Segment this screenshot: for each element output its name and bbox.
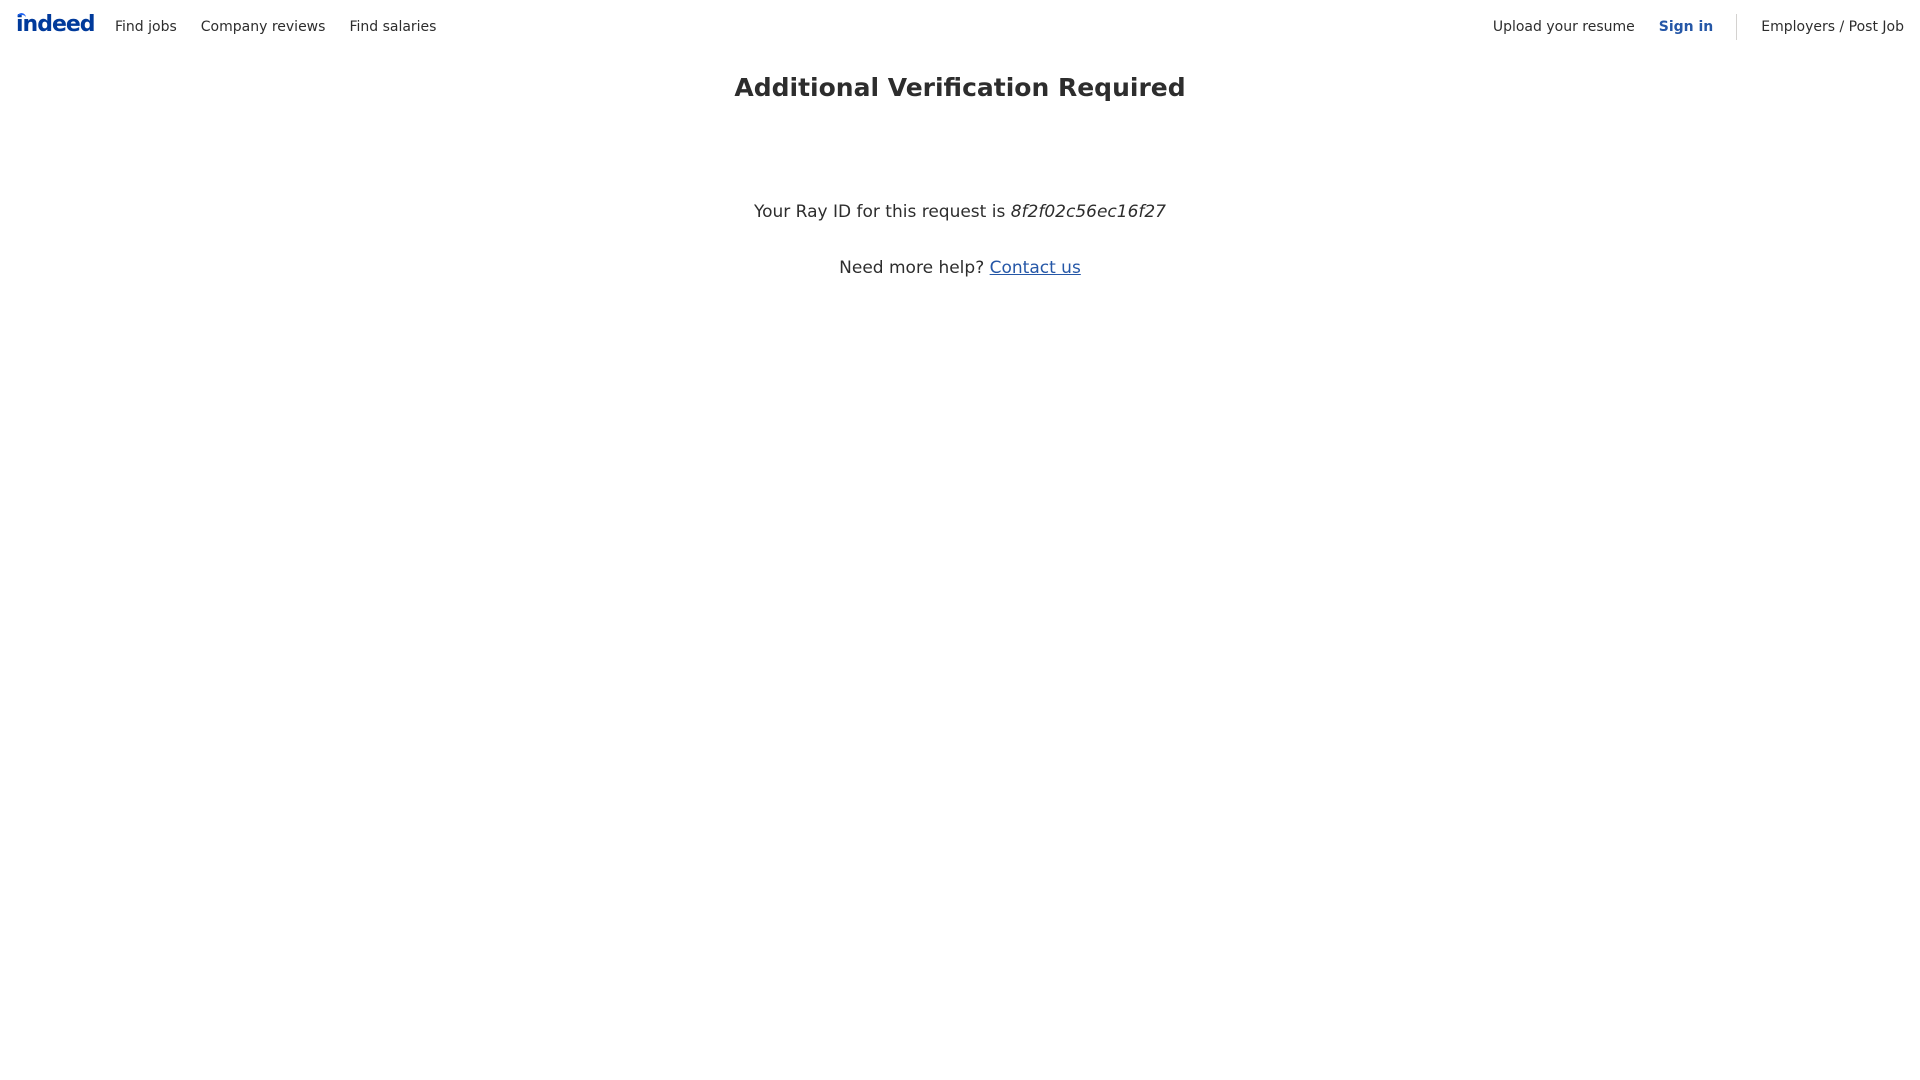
site-header: indeed Find jobs Company reviews Find sa… xyxy=(0,0,1920,56)
help-line: Need more help? Contact us xyxy=(0,256,1920,280)
nav-company-reviews[interactable]: Company reviews xyxy=(201,19,326,35)
sign-in-link[interactable]: Sign in xyxy=(1659,19,1714,35)
page-title: Additional Verification Required xyxy=(734,73,1186,102)
main-content: Additional Verification Required xyxy=(0,70,1920,106)
employers-post-job-link[interactable]: Employers / Post Job xyxy=(1761,19,1904,35)
upload-resume-link[interactable]: Upload your resume xyxy=(1493,19,1635,35)
nav-divider xyxy=(1736,14,1738,40)
help-prefix: Need more help? xyxy=(839,258,985,278)
ray-id-value: 8f2f02c56ec16f27 xyxy=(1010,202,1167,222)
ray-id-line: Your Ray ID for this request is 8f2f02c5… xyxy=(0,200,1920,224)
logo-text: indeed xyxy=(16,12,96,37)
nav-find-salaries[interactable]: Find salaries xyxy=(349,19,436,35)
primary-nav: Find jobs Company reviews Find salaries xyxy=(115,19,436,35)
indeed-logo[interactable]: indeed xyxy=(16,12,96,37)
logo-arc-icon xyxy=(17,13,26,21)
nav-find-jobs[interactable]: Find jobs xyxy=(115,19,177,35)
contact-us-link[interactable]: Contact us xyxy=(990,258,1081,278)
secondary-nav: Upload your resume Sign in Employers / P… xyxy=(1493,14,1904,40)
ray-id-prefix: Your Ray ID for this request is xyxy=(753,202,1006,222)
